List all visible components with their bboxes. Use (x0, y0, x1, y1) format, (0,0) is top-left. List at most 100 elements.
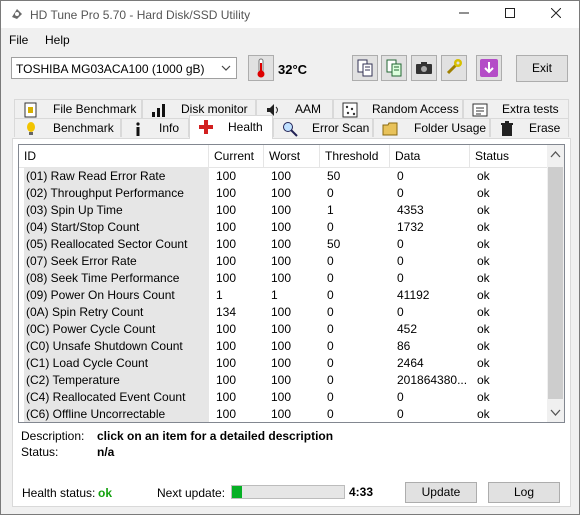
cell-id: (C4) Reallocated Event Count (24, 389, 209, 406)
window-title: HD Tune Pro 5.70 - Hard Disk/SSD Utility (30, 8, 251, 22)
cell-current: 100 (216, 220, 237, 234)
exit-button[interactable]: Exit (516, 55, 568, 82)
cell-worst: 100 (271, 254, 292, 268)
cell-status: ok (477, 288, 490, 302)
tab-extra-tests[interactable]: Extra tests (463, 99, 569, 118)
copy-screen-button[interactable] (381, 55, 407, 81)
minimize-button[interactable] (441, 1, 487, 28)
cell-worst: 100 (271, 203, 292, 217)
footer-bar: Health status: ok Next update: 4:33 Upda… (18, 479, 565, 503)
column-header-data[interactable]: Data (390, 145, 470, 167)
cell-worst: 100 (271, 407, 292, 421)
table-row[interactable]: (04) Start/Stop Count 100 100 0 1732 ok (19, 219, 549, 236)
cell-current: 100 (216, 186, 237, 200)
health-panel: ID Current Worst Threshold Data Status (… (12, 138, 571, 507)
column-header-current[interactable]: Current (209, 145, 264, 167)
progress-fill (232, 486, 243, 498)
table-row[interactable]: (09) Power On Hours Count 1 1 0 41192 ok (19, 287, 549, 304)
tab-file-benchmark[interactable]: File Benchmark (14, 99, 142, 118)
table-row[interactable]: (C1) Load Cycle Count 100 100 0 2464 ok (19, 355, 549, 372)
table-row[interactable]: (08) Seek Time Performance 100 100 0 0 ok (19, 270, 549, 287)
cell-id: (0A) Spin Retry Count (24, 304, 209, 321)
next-update-label: Next update: (157, 486, 226, 500)
vertical-scrollbar[interactable] (547, 145, 564, 422)
table-row[interactable]: (0C) Power Cycle Count 100 100 0 452 ok (19, 321, 549, 338)
column-header-threshold[interactable]: Threshold (320, 145, 390, 167)
maximize-button[interactable] (487, 1, 533, 28)
temperature-readout: 32°C (278, 62, 308, 77)
cell-id: (C0) Unsafe Shutdown Count (24, 338, 209, 355)
title-bar[interactable]: HD Tune Pro 5.70 - Hard Disk/SSD Utility (1, 1, 579, 28)
cell-data: 0 (397, 271, 404, 285)
table-row[interactable]: (03) Spin Up Time 100 100 1 4353 ok (19, 202, 549, 219)
cell-current: 100 (216, 203, 237, 217)
tab-random-access[interactable]: Random Access (333, 99, 463, 118)
tab-label: Random Access (372, 102, 459, 116)
cell-data: 86 (397, 339, 411, 353)
disk-monitor-icon (152, 104, 165, 117)
table-row[interactable]: (07) Seek Error Rate 100 100 0 0 ok (19, 253, 549, 270)
table-row[interactable]: (C4) Reallocated Event Count 100 100 0 0 ok (19, 389, 549, 406)
cell-id: (07) Seek Error Rate (24, 253, 209, 270)
cell-threshold: 0 (327, 271, 334, 285)
table-row[interactable]: (C2) Temperature 100 100 0 201864380... ok (19, 372, 549, 389)
menu-help[interactable]: Help (45, 33, 70, 47)
tab-benchmark[interactable]: Benchmark (14, 118, 121, 137)
tab-label: Error Scan (312, 121, 370, 135)
table-row[interactable]: (02) Throughput Performance 100 100 0 0 ok (19, 185, 549, 202)
cell-worst: 100 (271, 322, 292, 336)
tab-erase[interactable]: Erase (490, 118, 569, 137)
cell-status: ok (477, 254, 490, 268)
table-row[interactable]: (05) Reallocated Sector Count 100 100 50 0 ok (19, 236, 549, 253)
scroll-down-icon[interactable] (550, 407, 561, 418)
cell-worst: 1 (271, 288, 278, 302)
cell-current: 100 (216, 322, 237, 336)
close-icon (550, 7, 562, 19)
cell-id: (C2) Temperature (24, 372, 209, 389)
table-row[interactable]: (C6) Offline Uncorrectable 100 100 0 0 ok (19, 406, 549, 422)
cell-status: ok (477, 237, 490, 251)
tab-label: Info (159, 121, 180, 135)
drive-select[interactable]: TOSHIBA MG03ACA100 (1000 gB) (11, 57, 237, 79)
smart-table[interactable]: ID Current Worst Threshold Data Status (… (18, 144, 565, 423)
tab-folder-usage[interactable]: Folder Usage (373, 118, 490, 137)
cell-threshold: 0 (327, 305, 334, 319)
cell-data: 0 (397, 390, 404, 404)
update-button[interactable]: Update (405, 482, 477, 503)
cell-threshold: 50 (327, 169, 341, 183)
save-button[interactable] (476, 55, 502, 81)
screenshot-button[interactable] (411, 55, 437, 81)
cell-current: 100 (216, 407, 237, 421)
column-header-status[interactable]: Status (470, 145, 549, 167)
copy-info-button[interactable] (352, 55, 378, 81)
cell-data: 201864380... (397, 373, 468, 387)
close-button[interactable] (533, 1, 579, 28)
tab-label: Benchmark (53, 121, 114, 135)
cell-current: 100 (216, 356, 237, 370)
column-header-worst[interactable]: Worst (264, 145, 320, 167)
table-row[interactable]: (01) Raw Read Error Rate 100 100 50 0 ok (19, 168, 549, 185)
cell-id: (03) Spin Up Time (24, 202, 209, 219)
tab-health[interactable]: Health (189, 115, 273, 139)
tab-info[interactable]: Info (121, 118, 189, 137)
scroll-up-icon[interactable] (550, 149, 561, 160)
cell-data: 1732 (397, 220, 424, 234)
cell-id: (C6) Offline Uncorrectable (24, 406, 209, 422)
status-label: Status: (21, 445, 59, 459)
tab-error-scan[interactable]: Error Scan (273, 118, 373, 137)
cell-data: 0 (397, 186, 404, 200)
menu-file[interactable]: File (9, 33, 28, 47)
table-row[interactable]: (C0) Unsafe Shutdown Count 100 100 0 86 ok (19, 338, 549, 355)
options-button[interactable] (441, 55, 467, 81)
column-header-id[interactable]: ID (19, 145, 209, 167)
tab-label: Extra tests (502, 102, 559, 116)
temperature-button[interactable] (248, 55, 274, 81)
cell-threshold: 0 (327, 407, 334, 421)
log-button[interactable]: Log (488, 482, 560, 503)
table-row[interactable]: (0A) Spin Retry Count 134 100 0 0 ok (19, 304, 549, 321)
scroll-thumb[interactable] (548, 167, 563, 399)
cell-current: 1 (216, 288, 223, 302)
cell-id: (02) Throughput Performance (24, 185, 209, 202)
cell-id: (C1) Load Cycle Count (24, 355, 209, 372)
cell-current: 100 (216, 271, 237, 285)
